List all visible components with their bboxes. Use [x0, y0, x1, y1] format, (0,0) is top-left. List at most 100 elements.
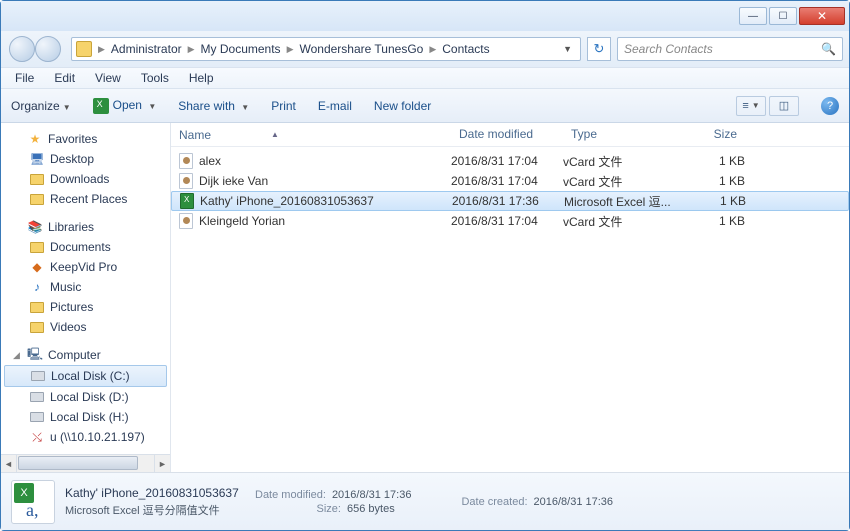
menu-tools[interactable]: Tools [131, 69, 179, 87]
maximize-button[interactable]: ☐ [769, 7, 797, 25]
file-type: vCard 文件 [563, 173, 675, 190]
sort-asc-icon: ▲ [271, 130, 279, 139]
toolbar: Organize▼ Open ▼ Share with ▼ Print E-ma… [1, 89, 849, 123]
sidebar-item-music[interactable]: ♪Music [1, 277, 170, 297]
details-dc-value: 2016/8/31 17:36 [534, 496, 614, 508]
file-type: vCard 文件 [563, 213, 675, 230]
scroll-left-icon[interactable]: ◄ [1, 455, 17, 472]
file-name: Kleingeld Yorian [199, 214, 285, 228]
help-button[interactable]: ? [821, 97, 839, 115]
computer-icon: 🖳 [27, 347, 43, 363]
vcard-file-icon [179, 213, 193, 229]
file-list: Name▲ Date modified Type Size alex2016/8… [171, 123, 849, 472]
minimize-button[interactable]: — [739, 7, 767, 25]
sidebar-item-desktop[interactable]: 🖥Desktop [1, 149, 170, 169]
scroll-thumb[interactable] [18, 456, 138, 470]
sidebar-item-recent[interactable]: Recent Places [1, 189, 170, 209]
details-size-value: 656 bytes [347, 503, 395, 515]
email-button[interactable]: E-mail [318, 99, 352, 113]
sidebar-item-network-drive[interactable]: ⤯u (\\10.10.21.197) [1, 427, 170, 447]
menu-view[interactable]: View [85, 69, 131, 87]
refresh-button[interactable]: ↻ [587, 37, 611, 61]
main-area: ★Favorites 🖥Desktop Downloads Recent Pla… [1, 123, 849, 472]
sidebar-item-pictures[interactable]: Pictures [1, 297, 170, 317]
chevron-down-icon[interactable]: ▼ [559, 44, 576, 54]
col-date[interactable]: Date modified [451, 123, 563, 146]
sidebar-computer[interactable]: ◢🖳Computer [1, 345, 170, 365]
menu-bar: File Edit View Tools Help [1, 67, 849, 89]
preview-pane-button[interactable]: ◫ [769, 96, 799, 116]
breadcrumb[interactable]: Contacts [438, 42, 493, 56]
sidebar-favorites[interactable]: ★Favorites [1, 129, 170, 149]
vcard-file-icon [179, 173, 193, 189]
file-row[interactable]: alex2016/8/31 17:04vCard 文件1 KB [171, 151, 849, 171]
menu-file[interactable]: File [5, 69, 44, 87]
file-row[interactable]: Kleingeld Yorian 2016/8/31 17:04vCard 文件1… [171, 211, 849, 231]
excel-icon [93, 98, 109, 114]
sidebar-item-drive-c[interactable]: Local Disk (C:) [4, 365, 167, 387]
downloads-icon [29, 171, 45, 187]
libraries-icon: 📚 [27, 219, 43, 235]
chevron-right-icon: ▶ [96, 44, 107, 55]
file-type: Microsoft Excel 逗... [564, 193, 676, 210]
address-bar[interactable]: ▶ Administrator ▶ My Documents ▶ Wonders… [71, 37, 581, 61]
star-icon: ★ [27, 131, 43, 147]
details-filetype: Microsoft Excel 逗号分隔值文件 [65, 502, 245, 518]
search-input[interactable]: Search Contacts 🔍 [617, 37, 843, 61]
sidebar-item-keepvid[interactable]: ◆KeepVid Pro [1, 257, 170, 277]
file-row[interactable]: Kathy' iPhone_201608310536372016/8/31 17… [171, 191, 849, 211]
organize-button[interactable]: Organize▼ [11, 99, 71, 113]
sidebar-scrollbar[interactable]: ◄ ► [1, 454, 170, 472]
details-dm-label: Date modified: [255, 489, 326, 501]
file-size: 1 KB [675, 214, 745, 228]
documents-icon [29, 239, 45, 255]
file-date: 2016/8/31 17:04 [451, 174, 563, 188]
file-type-icon: X a, [11, 480, 55, 524]
sidebar-item-videos[interactable]: Videos [1, 317, 170, 337]
chevron-right-icon: ▶ [427, 44, 438, 55]
file-row[interactable]: Dijk ieke Van 2016/8/31 17:04vCard 文件1 KB [171, 171, 849, 191]
network-drive-icon: ⤯ [29, 429, 45, 445]
folder-icon: ◆ [29, 259, 45, 275]
file-size: 1 KB [676, 194, 746, 208]
titlebar: — ☐ ✕ [1, 1, 849, 31]
share-button[interactable]: Share with ▼ [178, 99, 249, 113]
navigation-pane: ★Favorites 🖥Desktop Downloads Recent Pla… [1, 123, 171, 472]
scroll-right-icon[interactable]: ► [154, 455, 170, 472]
back-button[interactable] [9, 36, 35, 62]
breadcrumb[interactable]: Administrator [107, 42, 186, 56]
close-button[interactable]: ✕ [799, 7, 845, 25]
file-date: 2016/8/31 17:04 [451, 214, 563, 228]
sidebar-item-documents[interactable]: Documents [1, 237, 170, 257]
breadcrumb[interactable]: My Documents [197, 42, 285, 56]
music-icon: ♪ [29, 279, 45, 295]
open-button[interactable]: Open ▼ [93, 98, 157, 114]
col-name[interactable]: Name▲ [171, 123, 451, 146]
nav-buttons [7, 35, 65, 63]
file-name: Dijk ieke Van [199, 174, 268, 188]
videos-icon [29, 319, 45, 335]
print-button[interactable]: Print [271, 99, 296, 113]
view-options-button[interactable]: ≡ ▼ [736, 96, 766, 116]
sidebar-item-drive-d[interactable]: Local Disk (D:) [1, 387, 170, 407]
drive-icon [30, 368, 46, 384]
menu-help[interactable]: Help [179, 69, 224, 87]
search-placeholder: Search Contacts [624, 42, 713, 56]
file-size: 1 KB [675, 174, 745, 188]
pictures-icon [29, 299, 45, 315]
sidebar-libraries[interactable]: 📚Libraries [1, 217, 170, 237]
newfolder-button[interactable]: New folder [374, 99, 431, 113]
excel-file-icon [180, 193, 194, 209]
recent-icon [29, 191, 45, 207]
forward-button[interactable] [35, 36, 61, 62]
details-pane: X a, Kathy' iPhone_20160831053637 Micros… [1, 472, 849, 530]
menu-edit[interactable]: Edit [44, 69, 85, 87]
sidebar-item-drive-h[interactable]: Local Disk (H:) [1, 407, 170, 427]
vcard-file-icon [179, 153, 193, 169]
col-size[interactable]: Size [675, 123, 745, 146]
file-size: 1 KB [675, 154, 745, 168]
sidebar-item-downloads[interactable]: Downloads [1, 169, 170, 189]
col-type[interactable]: Type [563, 123, 675, 146]
breadcrumb[interactable]: Wondershare TunesGo [295, 42, 427, 56]
chevron-right-icon: ▶ [285, 44, 296, 55]
